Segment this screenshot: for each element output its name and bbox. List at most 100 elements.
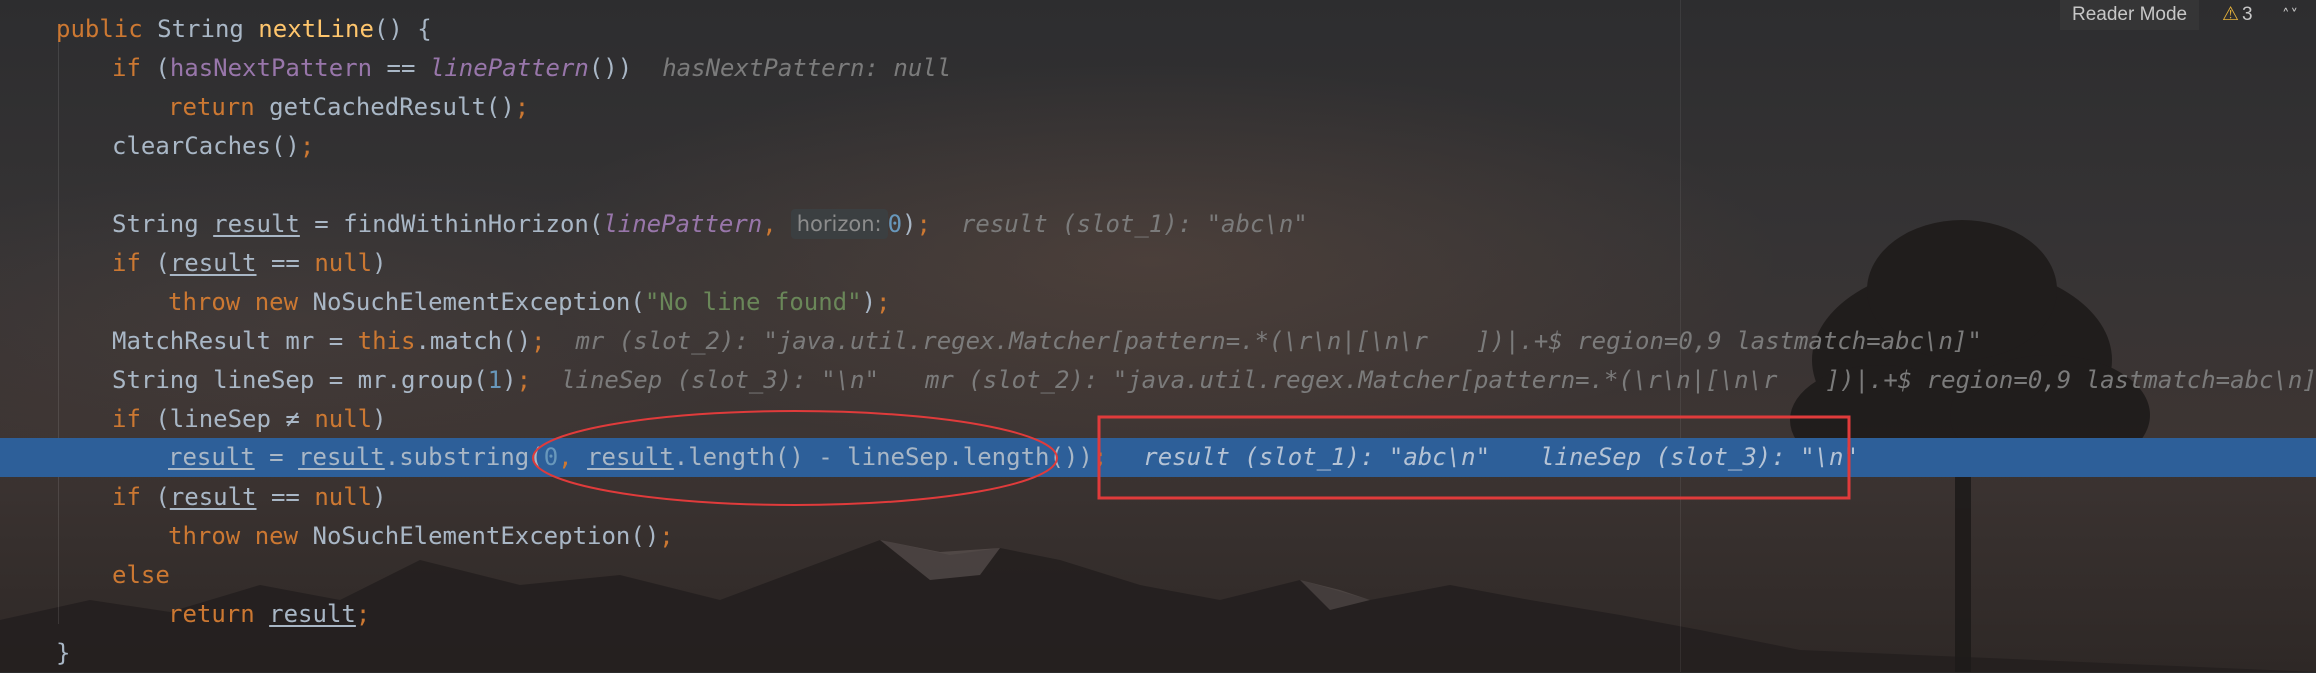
semicolon: ; [1092,443,1108,471]
keyword-if: if [112,483,141,511]
chevron-up-icon[interactable]: ˄ [2282,6,2291,24]
matchresult-decl: MatchResult mr = [112,327,358,355]
operator: == [256,249,315,277]
semicolon: ; [355,600,371,628]
operator: == [256,483,315,511]
call-findWithinHorizon: = findWithinHorizon( [299,210,604,238]
method-name: nextLine [258,15,374,43]
var-result: result [213,210,300,238]
debug-inline-value: result (slot_1): "abc\n" [1143,443,1491,471]
call-clearCaches: clearCaches() [112,132,300,160]
keyword-null: null [314,483,373,511]
code-line-9[interactable]: MatchResult mr = this.match(); mr (slot_2… [0,322,2316,361]
paren-close: ) [372,405,387,433]
code-editor[interactable]: public String nextLine() { if (hasNextPa… [0,0,2316,672]
keyword-else: else [112,561,170,589]
code-line-16[interactable]: return result; [0,595,2316,634]
type-string: String [112,210,214,238]
code-line-10[interactable]: String lineSep = mr.group(1); lineSep (sl… [0,361,2316,400]
paren-close: ()) [588,54,633,82]
warnings-indicator[interactable]: ⚠ 3 [2222,0,2253,30]
paren: ( [140,54,170,82]
debug-inline-value: mr (slot_2): "java.util.regex.Matcher[pa… [575,327,1982,355]
closing-brace: } [56,639,71,667]
semicolon: ; [516,366,532,394]
paren-close: ) [861,288,877,316]
paren-close: ) [372,249,387,277]
paren-close: ) [502,366,517,394]
code-line-14[interactable]: throw new NoSuchElementException(); [0,517,2316,556]
parameter-hint-horizon: horizon: [790,209,888,239]
code-line-13[interactable]: if (result == null) [0,478,2316,517]
var-result: result [169,483,257,511]
paren-close: ) [902,210,917,238]
debug-inline-value: lineSep (slot_3): "\n" [561,366,879,394]
comma: , [558,443,588,471]
string-literal: "No line found" [644,288,862,316]
code-line-6[interactable]: String result = findWithinHorizon(linePa… [0,205,2316,244]
assign: = [254,443,299,471]
keyword-if: if [112,405,141,433]
keyword-throw-new: throw new [168,288,299,316]
code-line-15[interactable]: else [0,556,2316,595]
semicolon: ; [876,288,891,316]
semicolon: ; [659,522,674,550]
debug-inline-value: mr (slot_2): "java.util.regex.Matcher[pa… [924,366,2316,394]
code-line-7[interactable]: if (result == null) [0,244,2316,283]
code-line-8[interactable]: throw new NoSuchElementException("No lin… [0,283,2316,322]
debug-inline-value: hasNextPattern: null [662,54,952,82]
paren: ( [140,483,170,511]
return-type: String [142,15,259,43]
operator: ≠ [285,405,300,433]
call-substring: .substring( [384,443,544,471]
exception-ctor: NoSuchElementException() [298,522,660,550]
keyword-throw-new: throw new [168,522,299,550]
arg-zero: 0 [543,443,559,471]
paren: ( [140,249,170,277]
var-result: result [587,443,674,471]
debug-inline-value: result (slot_1): "abc\n" [960,210,1308,238]
signature-rest: () { [373,15,432,43]
condition: (lineSep [140,405,286,433]
reader-mode-button[interactable]: Reader Mode [2060,0,2200,30]
chevron-down-icon[interactable]: ˅ [2291,6,2300,24]
keyword-public: public [56,15,143,43]
problem-navigation[interactable]: ˄˅ [2282,0,2316,30]
code-line-12-execution-point[interactable]: result = result.substring(0, result.leng… [0,438,2316,477]
var-result: result [298,443,385,471]
keyword-if: if [112,54,141,82]
call-linePattern: linePattern [429,54,589,82]
warning-triangle-icon: ⚠ [2222,4,2240,25]
call-getCachedResult: getCachedResult() [254,93,515,121]
linesep-decl: String lineSep = mr.group( [112,366,488,394]
keyword-return: return [168,600,255,628]
code-line-17[interactable]: } [0,634,2316,673]
exception-ctor: NoSuchElementException( [298,288,645,316]
code-line-2[interactable]: if (hasNextPattern == linePattern()) hasN… [0,49,2316,88]
var-result: result [169,249,257,277]
code-line-3[interactable]: return getCachedResult(); [0,88,2316,127]
code-line-1[interactable]: public String nextLine() { [0,10,2316,49]
operator: == [372,54,430,82]
length-expression: .length() - lineSep.length()) [673,443,1093,471]
keyword-return: return [168,93,255,121]
warning-count: 3 [2242,4,2253,25]
arg-one: 1 [487,366,503,394]
keyword-this: this [357,327,416,355]
keyword-null: null [314,405,373,433]
keyword-null: null [314,249,373,277]
var-result: result [269,600,356,628]
semicolon: ; [514,93,530,121]
semicolon: ; [531,327,546,355]
code-line-4[interactable]: clearCaches(); [0,127,2316,166]
comma: , [762,210,777,238]
semicolon: ; [299,132,315,160]
field-hasNextPattern: hasNextPattern [169,54,373,82]
var-result: result [168,443,255,471]
code-line-11[interactable]: if (lineSep ≠ null) [0,400,2316,439]
arg-zero: 0 [887,210,903,238]
debug-inline-value: lineSep (slot_3): "\n" [1540,443,1858,471]
paren-close: ) [372,483,387,511]
